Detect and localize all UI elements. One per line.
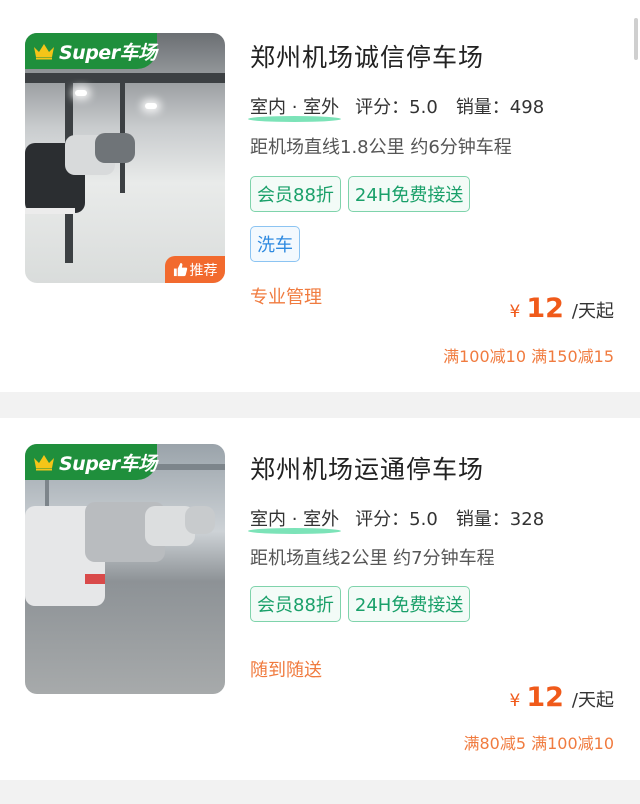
- member-discount-tag: 会员88折: [250, 176, 341, 212]
- discount-info: 满80减5 满100减10: [463, 734, 614, 753]
- rating: 评分：5.0: [355, 97, 438, 118]
- parking-meta: 室内 · 室外 评分：5.0 销量：498: [248, 93, 562, 122]
- member-discount-tag: 会员88折: [250, 586, 341, 622]
- parking-card[interactable]: Super车场 郑州机场运通停车场 室内 · 室外 评分：5.0 销量：328 …: [0, 418, 640, 780]
- parking-name[interactable]: 郑州机场运通停车场: [250, 450, 484, 486]
- tag-list: 会员88折 24H免费接送: [250, 586, 510, 636]
- sales-count: 销量：328: [455, 509, 545, 530]
- currency-symbol: ¥: [509, 691, 521, 711]
- parking-type: 室内 · 室外: [248, 93, 341, 122]
- price-amount: 12: [526, 682, 564, 713]
- thumbs-up-icon: [173, 262, 187, 277]
- car-wash-tag: 洗车: [250, 226, 300, 262]
- price-unit: /天起: [571, 690, 614, 711]
- price: ¥ 12 /天起: [510, 293, 614, 324]
- sales-count: 销量：498: [455, 97, 545, 118]
- parking-type: 室内 · 室外: [248, 505, 341, 534]
- feature-text: 专业管理: [250, 287, 322, 308]
- super-parking-badge: Super车场: [25, 33, 157, 69]
- discount-info: 满100减10 满150减15: [443, 347, 614, 366]
- parking-meta: 室内 · 室外 评分：5.0 销量：328: [248, 505, 562, 534]
- price-unit: /天起: [571, 301, 614, 322]
- rating: 评分：5.0: [355, 509, 438, 530]
- price: ¥ 12 /天起: [510, 682, 614, 713]
- super-parking-badge: Super车场: [25, 444, 157, 480]
- recommend-label: 推荐: [189, 262, 218, 279]
- feature-text: 随到随送: [250, 660, 322, 681]
- tag-list: 会员88折 24H免费接送 洗车: [250, 176, 510, 276]
- recommend-badge: 推荐: [165, 256, 225, 283]
- parking-card[interactable]: Super车场 推荐 郑州机场诚信停车场 室内 · 室外 评分：5.0 销量：4…: [0, 0, 640, 392]
- garage-image: [25, 444, 225, 694]
- scrollbar[interactable]: [634, 18, 638, 60]
- parking-photo[interactable]: Super车场 推荐: [25, 33, 225, 283]
- crown-icon: [34, 455, 54, 471]
- parking-name[interactable]: 郑州机场诚信停车场: [250, 38, 484, 74]
- crown-icon: [34, 44, 54, 60]
- super-label: Super车场: [59, 41, 157, 64]
- shuttle-tag: 24H免费接送: [347, 586, 471, 622]
- shuttle-tag: 24H免费接送: [347, 176, 471, 212]
- currency-symbol: ¥: [509, 302, 521, 322]
- distance-info: 距机场直线2公里 约7分钟车程: [250, 548, 495, 569]
- price-amount: 12: [526, 293, 564, 324]
- parking-photo[interactable]: Super车场: [25, 444, 225, 694]
- super-label: Super车场: [59, 452, 157, 475]
- distance-info: 距机场直线1.8公里 约6分钟车程: [250, 137, 512, 158]
- garage-image: [25, 33, 225, 283]
